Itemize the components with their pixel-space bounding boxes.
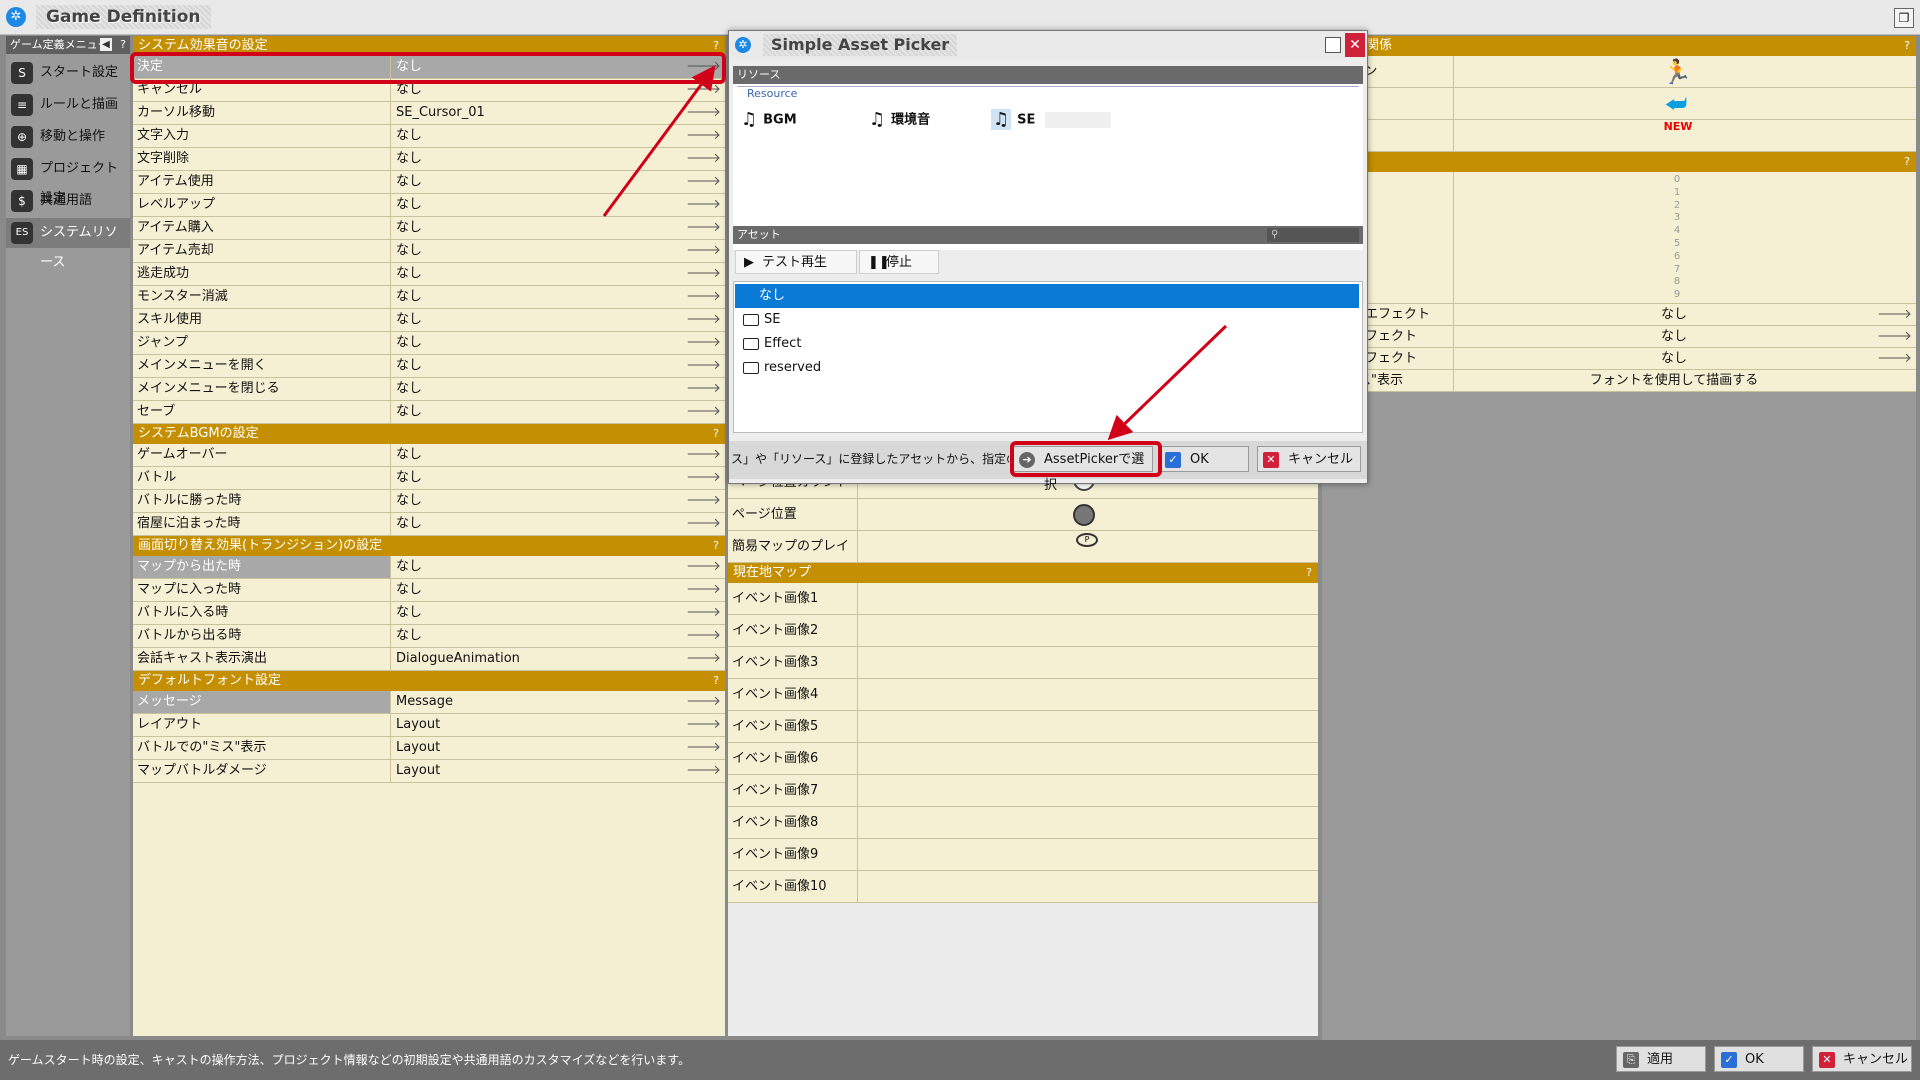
check-icon: ✓	[1721, 1052, 1737, 1068]
button-label: OK	[1745, 1052, 1764, 1067]
cancel-button[interactable]: ✕ キャンセル	[1812, 1046, 1912, 1072]
apply-button[interactable]: ⎘ 適用	[1616, 1046, 1706, 1072]
annotation-arrows	[602, 65, 1228, 441]
status-text: ゲームスタート時の設定、キャストの操作方法、プロジェクト情報などの初期設定や共通…	[8, 1053, 691, 1067]
button-label: 適用	[1647, 1052, 1674, 1067]
arrow-to-assetpicker	[1107, 324, 1228, 441]
arrow-to-decision-row	[602, 65, 716, 217]
button-label: キャンセル	[1843, 1052, 1909, 1067]
x-icon: ✕	[1819, 1052, 1835, 1068]
ok-button[interactable]: ✓ OK	[1714, 1046, 1804, 1072]
apply-icon: ⎘	[1623, 1052, 1639, 1068]
